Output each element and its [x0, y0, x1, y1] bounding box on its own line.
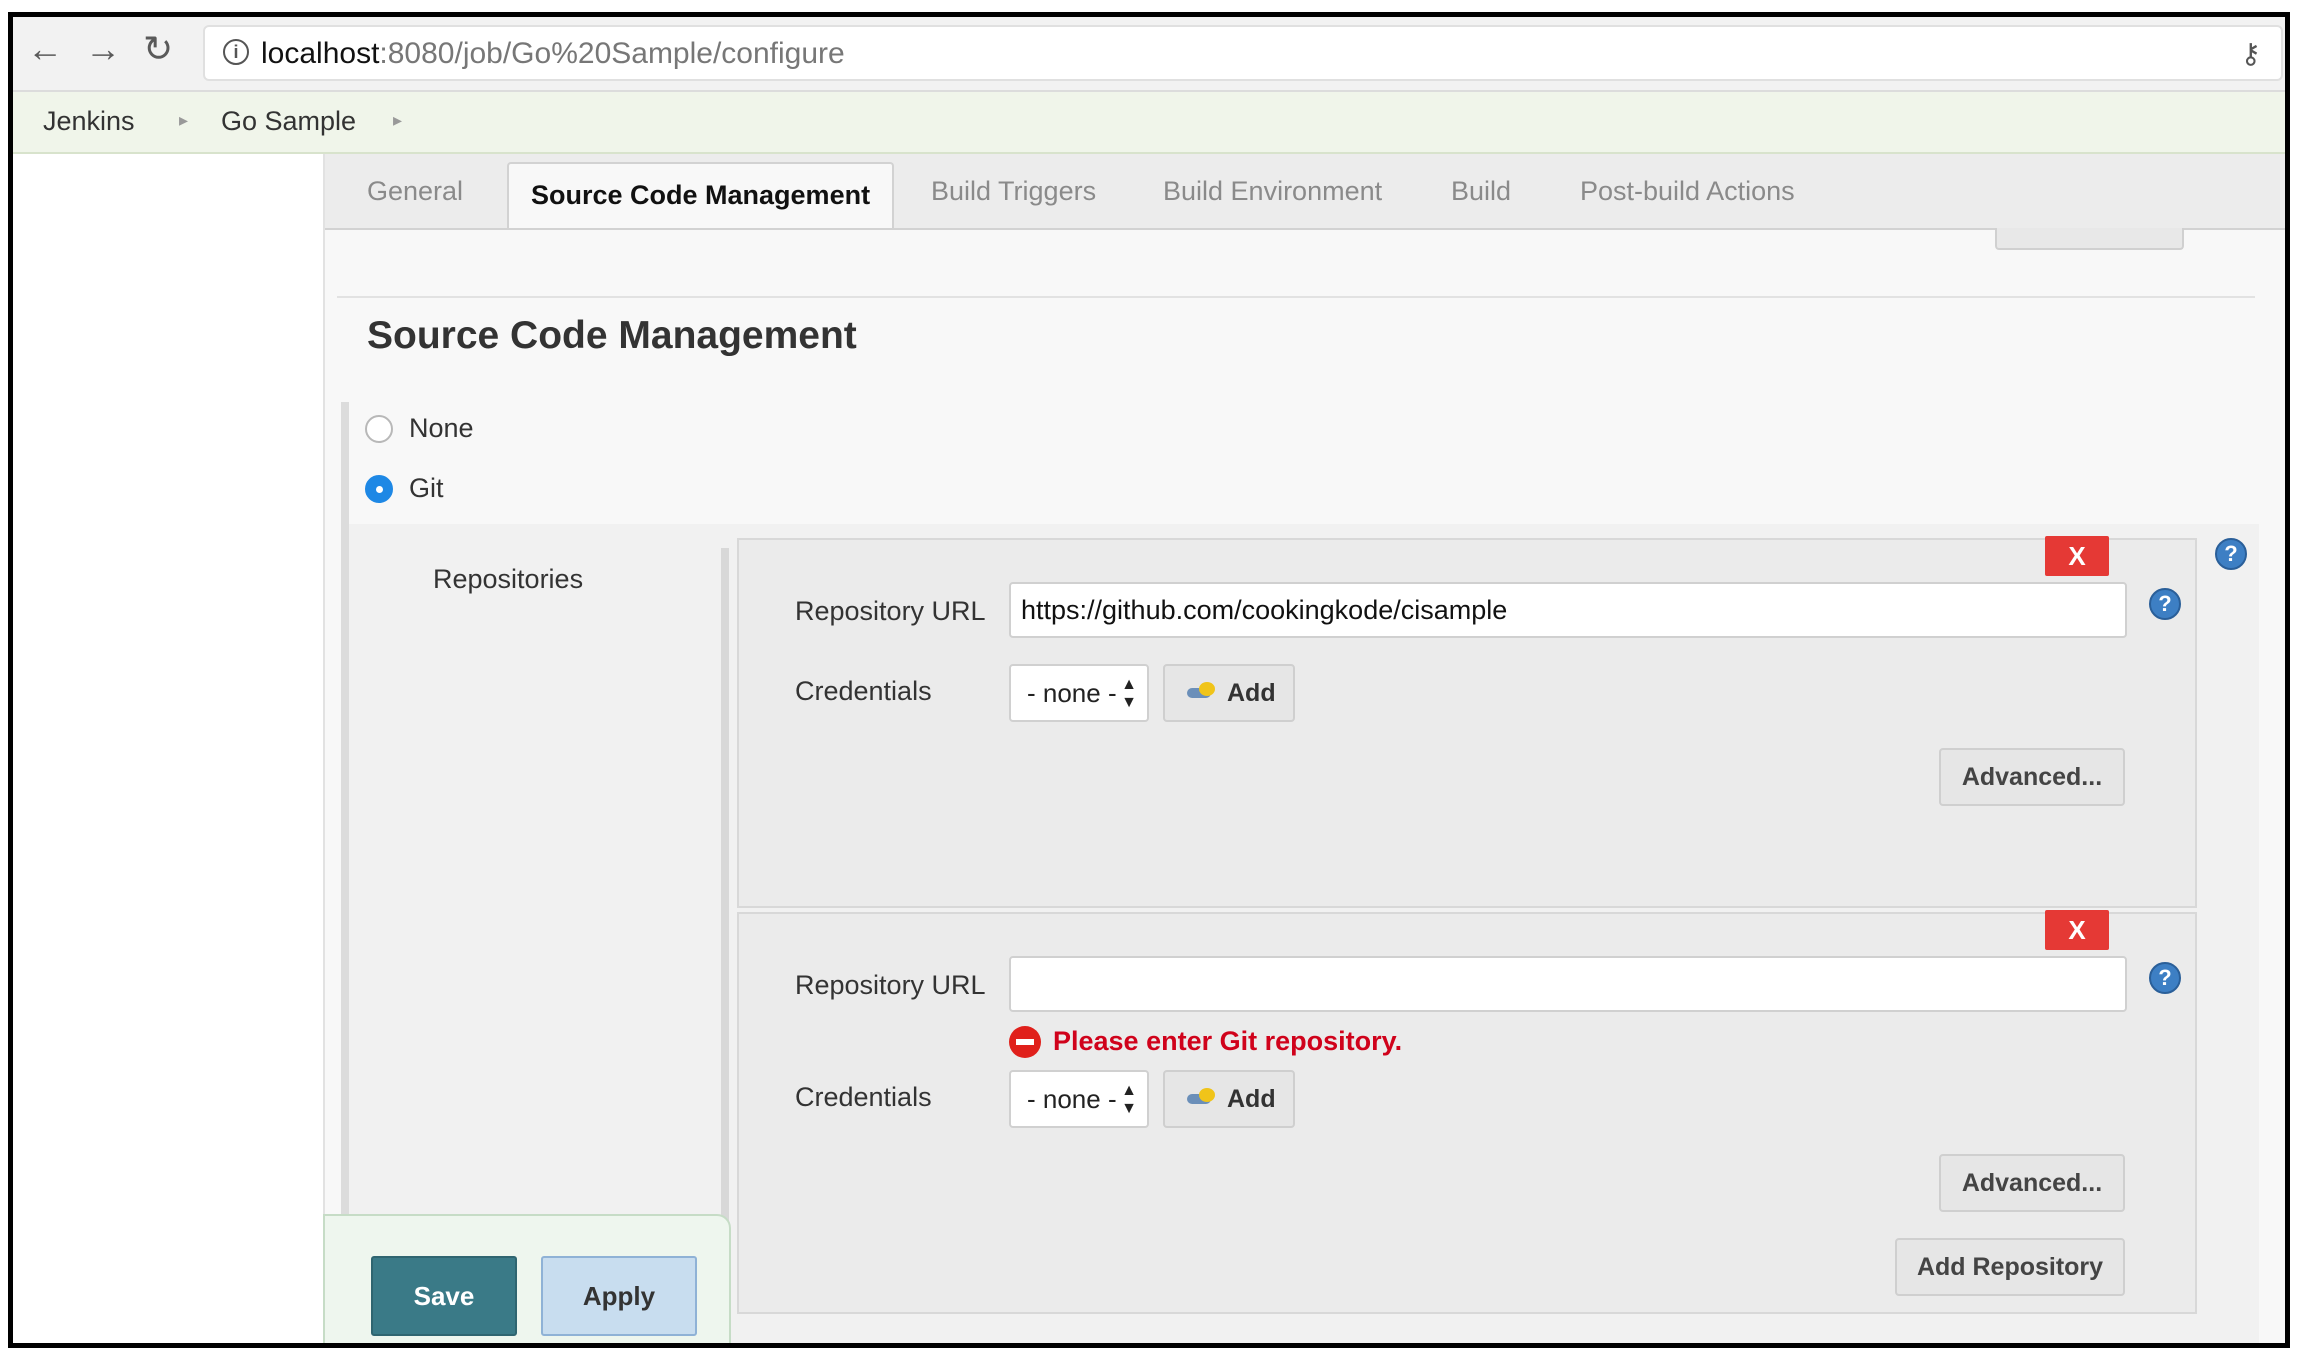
- section-indent-bar: [341, 402, 349, 1343]
- back-arrow-icon[interactable]: ←: [27, 31, 63, 67]
- delete-repository-button[interactable]: X: [2045, 536, 2109, 576]
- add-credentials-label: Add: [1227, 1085, 1276, 1113]
- advanced-button[interactable]: Advanced...: [1939, 1154, 2125, 1212]
- address-bar[interactable]: i localhost:8080/job/Go%20Sample/configu…: [203, 25, 2283, 81]
- previous-section-button-edge[interactable]: [1995, 228, 2184, 250]
- repository-block: X Repository URL ? Credentials - none - …: [737, 536, 2197, 908]
- save-button[interactable]: Save: [371, 1256, 517, 1336]
- tab-build-environment[interactable]: Build Environment: [1163, 176, 1382, 216]
- info-icon[interactable]: i: [223, 39, 249, 65]
- credentials-label: Credentials: [795, 676, 932, 706]
- config-main: General Source Code Management Build Tri…: [323, 154, 2285, 1343]
- repository-block: X Repository URL ? Please enter Git repo…: [737, 910, 2197, 1314]
- repository-url-help-icon[interactable]: ?: [2149, 588, 2181, 620]
- delete-repository-button-edge[interactable]: [2011, 1345, 2075, 1348]
- repository-url-input[interactable]: [1009, 582, 2127, 638]
- browser-toolbar: ← → ↻ i localhost:8080/job/Go%20Sample/c…: [13, 17, 2285, 92]
- repository-url-input[interactable]: [1009, 956, 2127, 1012]
- radio-git-label[interactable]: Git: [409, 473, 444, 504]
- error-icon: [1009, 1026, 1041, 1058]
- credentials-select-value: - none -: [1027, 1084, 1117, 1114]
- bottom-sticker: Save Apply: [323, 1214, 731, 1343]
- tab-source-code-management[interactable]: Source Code Management: [507, 162, 895, 228]
- breadcrumb-item-jenkins[interactable]: Jenkins: [43, 106, 135, 137]
- credentials-label: Credentials: [795, 1082, 932, 1112]
- forward-arrow-icon[interactable]: →: [85, 31, 121, 67]
- repositories-label: Repositories: [433, 564, 584, 594]
- add-credentials-label: Add: [1227, 679, 1276, 707]
- section-title: Source Code Management: [367, 314, 857, 357]
- credentials-select[interactable]: - none - ▲ ▼: [1009, 1070, 1149, 1128]
- add-credentials-button[interactable]: Add: [1163, 664, 1295, 722]
- add-repository-button[interactable]: Add Repository: [1895, 1238, 2125, 1296]
- key-icon[interactable]: ⚷: [2240, 37, 2261, 70]
- tab-build-triggers[interactable]: Build Triggers: [931, 176, 1096, 216]
- credentials-select[interactable]: - none - ▲ ▼: [1009, 664, 1149, 722]
- select-arrows-icon: ▲ ▼: [1121, 1082, 1137, 1117]
- config-tabs: General Source Code Management Build Tri…: [325, 154, 2285, 230]
- url-path: :8080/job/Go%20Sample/configure: [379, 37, 845, 70]
- repository-url-label: Repository URL: [795, 596, 986, 626]
- browser-window: ← → ↻ i localhost:8080/job/Go%20Sample/c…: [8, 12, 2290, 1348]
- tab-general[interactable]: General: [367, 176, 463, 216]
- reload-icon[interactable]: ↻: [143, 31, 173, 67]
- select-arrows-icon: ▲ ▼: [1121, 676, 1137, 711]
- apply-button[interactable]: Apply: [541, 1256, 697, 1336]
- tab-build[interactable]: Build: [1451, 176, 1511, 216]
- repositories-help-icon[interactable]: ?: [2215, 538, 2247, 570]
- breadcrumb: Jenkins ▸ Go Sample ▸: [13, 92, 2285, 154]
- breadcrumb-item-go-sample[interactable]: Go Sample: [221, 106, 356, 137]
- tab-post-build-actions[interactable]: Post-build Actions: [1580, 176, 1795, 216]
- radio-none-label[interactable]: None: [409, 413, 474, 444]
- section-divider: [337, 296, 2255, 298]
- advanced-button[interactable]: Advanced...: [1939, 748, 2125, 806]
- error-text: Please enter Git repository.: [1053, 1026, 1403, 1056]
- add-credentials-button[interactable]: Add: [1163, 1070, 1295, 1128]
- delete-repository-button[interactable]: X: [2045, 910, 2109, 950]
- key-icon: [1187, 1088, 1215, 1104]
- url-text: localhost:8080/job/Go%20Sample/configure: [261, 37, 845, 71]
- url-host: localhost: [261, 37, 380, 70]
- radio-none[interactable]: [365, 415, 393, 443]
- repository-url-label: Repository URL: [795, 970, 986, 1000]
- credentials-select-value: - none -: [1027, 678, 1117, 708]
- breadcrumb-separator-icon[interactable]: ▸: [179, 110, 188, 131]
- key-icon: [1187, 682, 1215, 698]
- breadcrumb-separator-icon[interactable]: ▸: [393, 110, 402, 131]
- radio-git[interactable]: [365, 475, 393, 503]
- repository-url-help-icon[interactable]: ?: [2149, 962, 2181, 994]
